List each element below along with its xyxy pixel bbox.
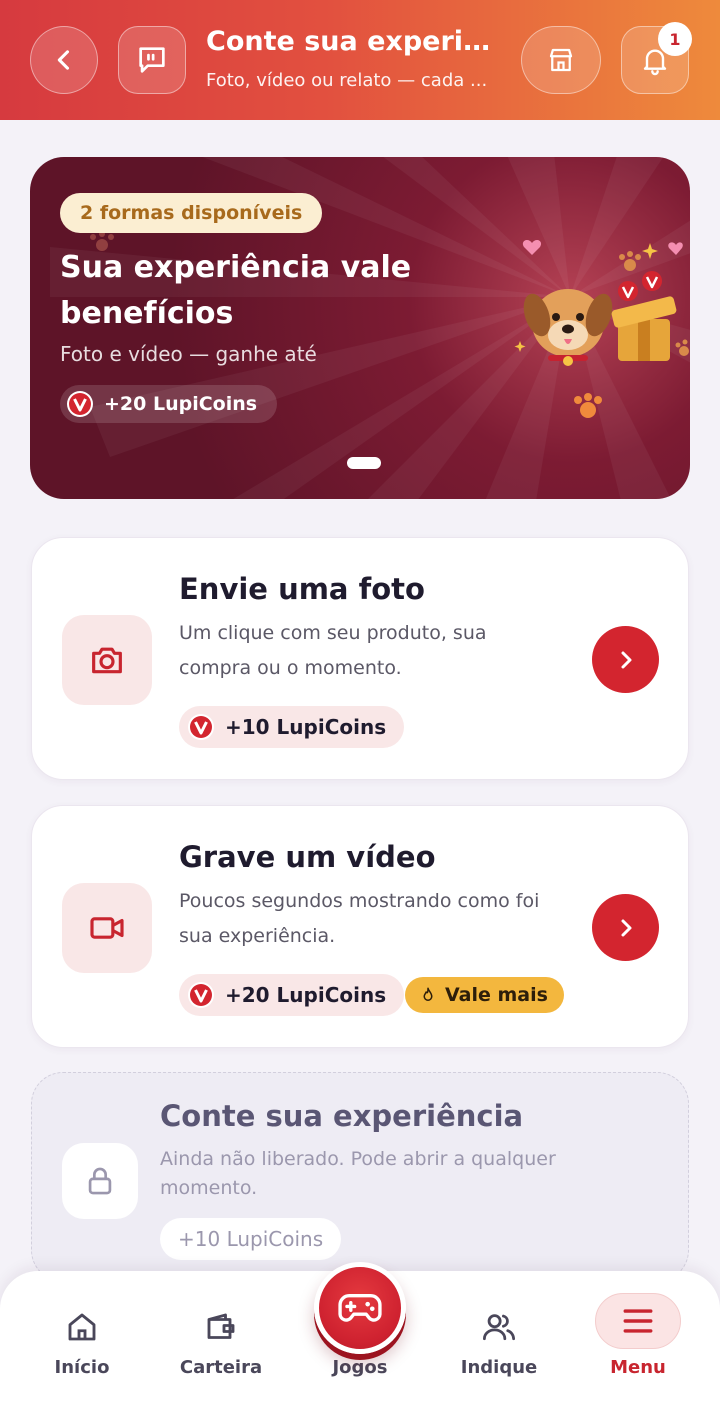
games-fab-button[interactable] [314, 1262, 406, 1354]
coins-reward-badge: +20 LupiCoins [179, 974, 405, 1016]
nav-label: Menu [610, 1357, 666, 1378]
card-description: Um clique com seu produto, sua compra ou… [179, 622, 487, 679]
lupicoin-icon [188, 714, 214, 740]
hot-badge: Vale mais [405, 977, 564, 1013]
video-icon [90, 917, 124, 939]
banner-subtitle: Foto e vídeo — ganhe até [60, 342, 317, 366]
card-title: Conte sua experiência [160, 1099, 524, 1133]
menu-icon [623, 1309, 653, 1333]
app-header: Conte sua experiê... Foto, vídeo ou rela… [0, 0, 720, 120]
nav-label: Indique [460, 1357, 538, 1378]
nav-label: Carteira [179, 1357, 263, 1378]
card-description: Poucos segundos mostrando como foi sua e… [179, 890, 540, 947]
card-title: Envie uma foto [179, 572, 425, 606]
nav-item-carteira[interactable]: Carteira [161, 1271, 281, 1409]
text-option-card-locked[interactable]: Conte sua experiência Ainda não liberado… [31, 1072, 689, 1282]
back-icon [57, 50, 70, 70]
coins-reward-label: +20 LupiCoins [225, 983, 387, 1007]
store-button[interactable] [521, 26, 601, 94]
mascot-gift-illustration [514, 240, 689, 418]
nav-item-inicio[interactable]: Início [22, 1271, 142, 1409]
banner-title: Sua experiência vale benefícios [60, 250, 412, 331]
lupicoin-icon [67, 391, 93, 417]
chat-icon [139, 47, 165, 73]
lock-icon [88, 1167, 112, 1195]
page-title: Conte sua experiê... [206, 26, 506, 57]
coins-reward-label: +10 LupiCoins [225, 715, 387, 739]
camera-icon-tile [62, 615, 152, 705]
home-icon [68, 1313, 96, 1341]
notification-badge: 1 [658, 22, 692, 56]
open-photo-button[interactable] [592, 626, 659, 693]
video-option-card[interactable]: Grave um vídeo Poucos segundos mostrando… [31, 805, 689, 1048]
banner-coins-badge: +20 LupiCoins [60, 385, 278, 423]
banner-coins-label: +20 LupiCoins [104, 393, 258, 415]
card-title: Grave um vídeo [179, 840, 436, 874]
nav-label: Jogos [332, 1357, 388, 1378]
users-icon [482, 1314, 516, 1341]
hot-badge-label: Vale mais [445, 984, 548, 1006]
page-subtitle: Foto, vídeo ou relato — cada ... [206, 70, 488, 91]
nav-item-menu[interactable]: Menu [578, 1271, 698, 1409]
chevron-right-icon [621, 919, 631, 936]
back-button[interactable] [30, 26, 98, 94]
lupicoin-icon [188, 982, 214, 1008]
coins-reward-badge: +10 LupiCoins [160, 1218, 342, 1260]
gamepad-icon [338, 1294, 382, 1322]
video-icon-tile [62, 883, 152, 973]
lock-icon-tile [62, 1143, 138, 1219]
nav-label: Início [54, 1357, 110, 1378]
menu-active-indicator [595, 1293, 681, 1349]
banner-pill: 2 formas disponíveis [60, 193, 323, 233]
card-description: Ainda não liberado. Pode abrir a qualque… [160, 1148, 556, 1199]
coins-reward-badge: +10 LupiCoins [179, 706, 405, 748]
chat-button[interactable] [118, 26, 186, 94]
flame-icon [423, 987, 433, 1001]
nav-item-indique[interactable]: Indique [439, 1271, 559, 1409]
store-icon [549, 48, 573, 72]
promo-banner[interactable]: 2 formas disponíveis Sua experiência val… [30, 157, 690, 499]
photo-option-card[interactable]: Envie uma foto Um clique com seu produto… [31, 537, 689, 780]
carousel-indicator[interactable] [347, 457, 381, 469]
wallet-icon [207, 1313, 235, 1339]
open-video-button[interactable] [592, 894, 659, 961]
camera-icon [92, 647, 122, 674]
chevron-right-icon [621, 651, 631, 668]
